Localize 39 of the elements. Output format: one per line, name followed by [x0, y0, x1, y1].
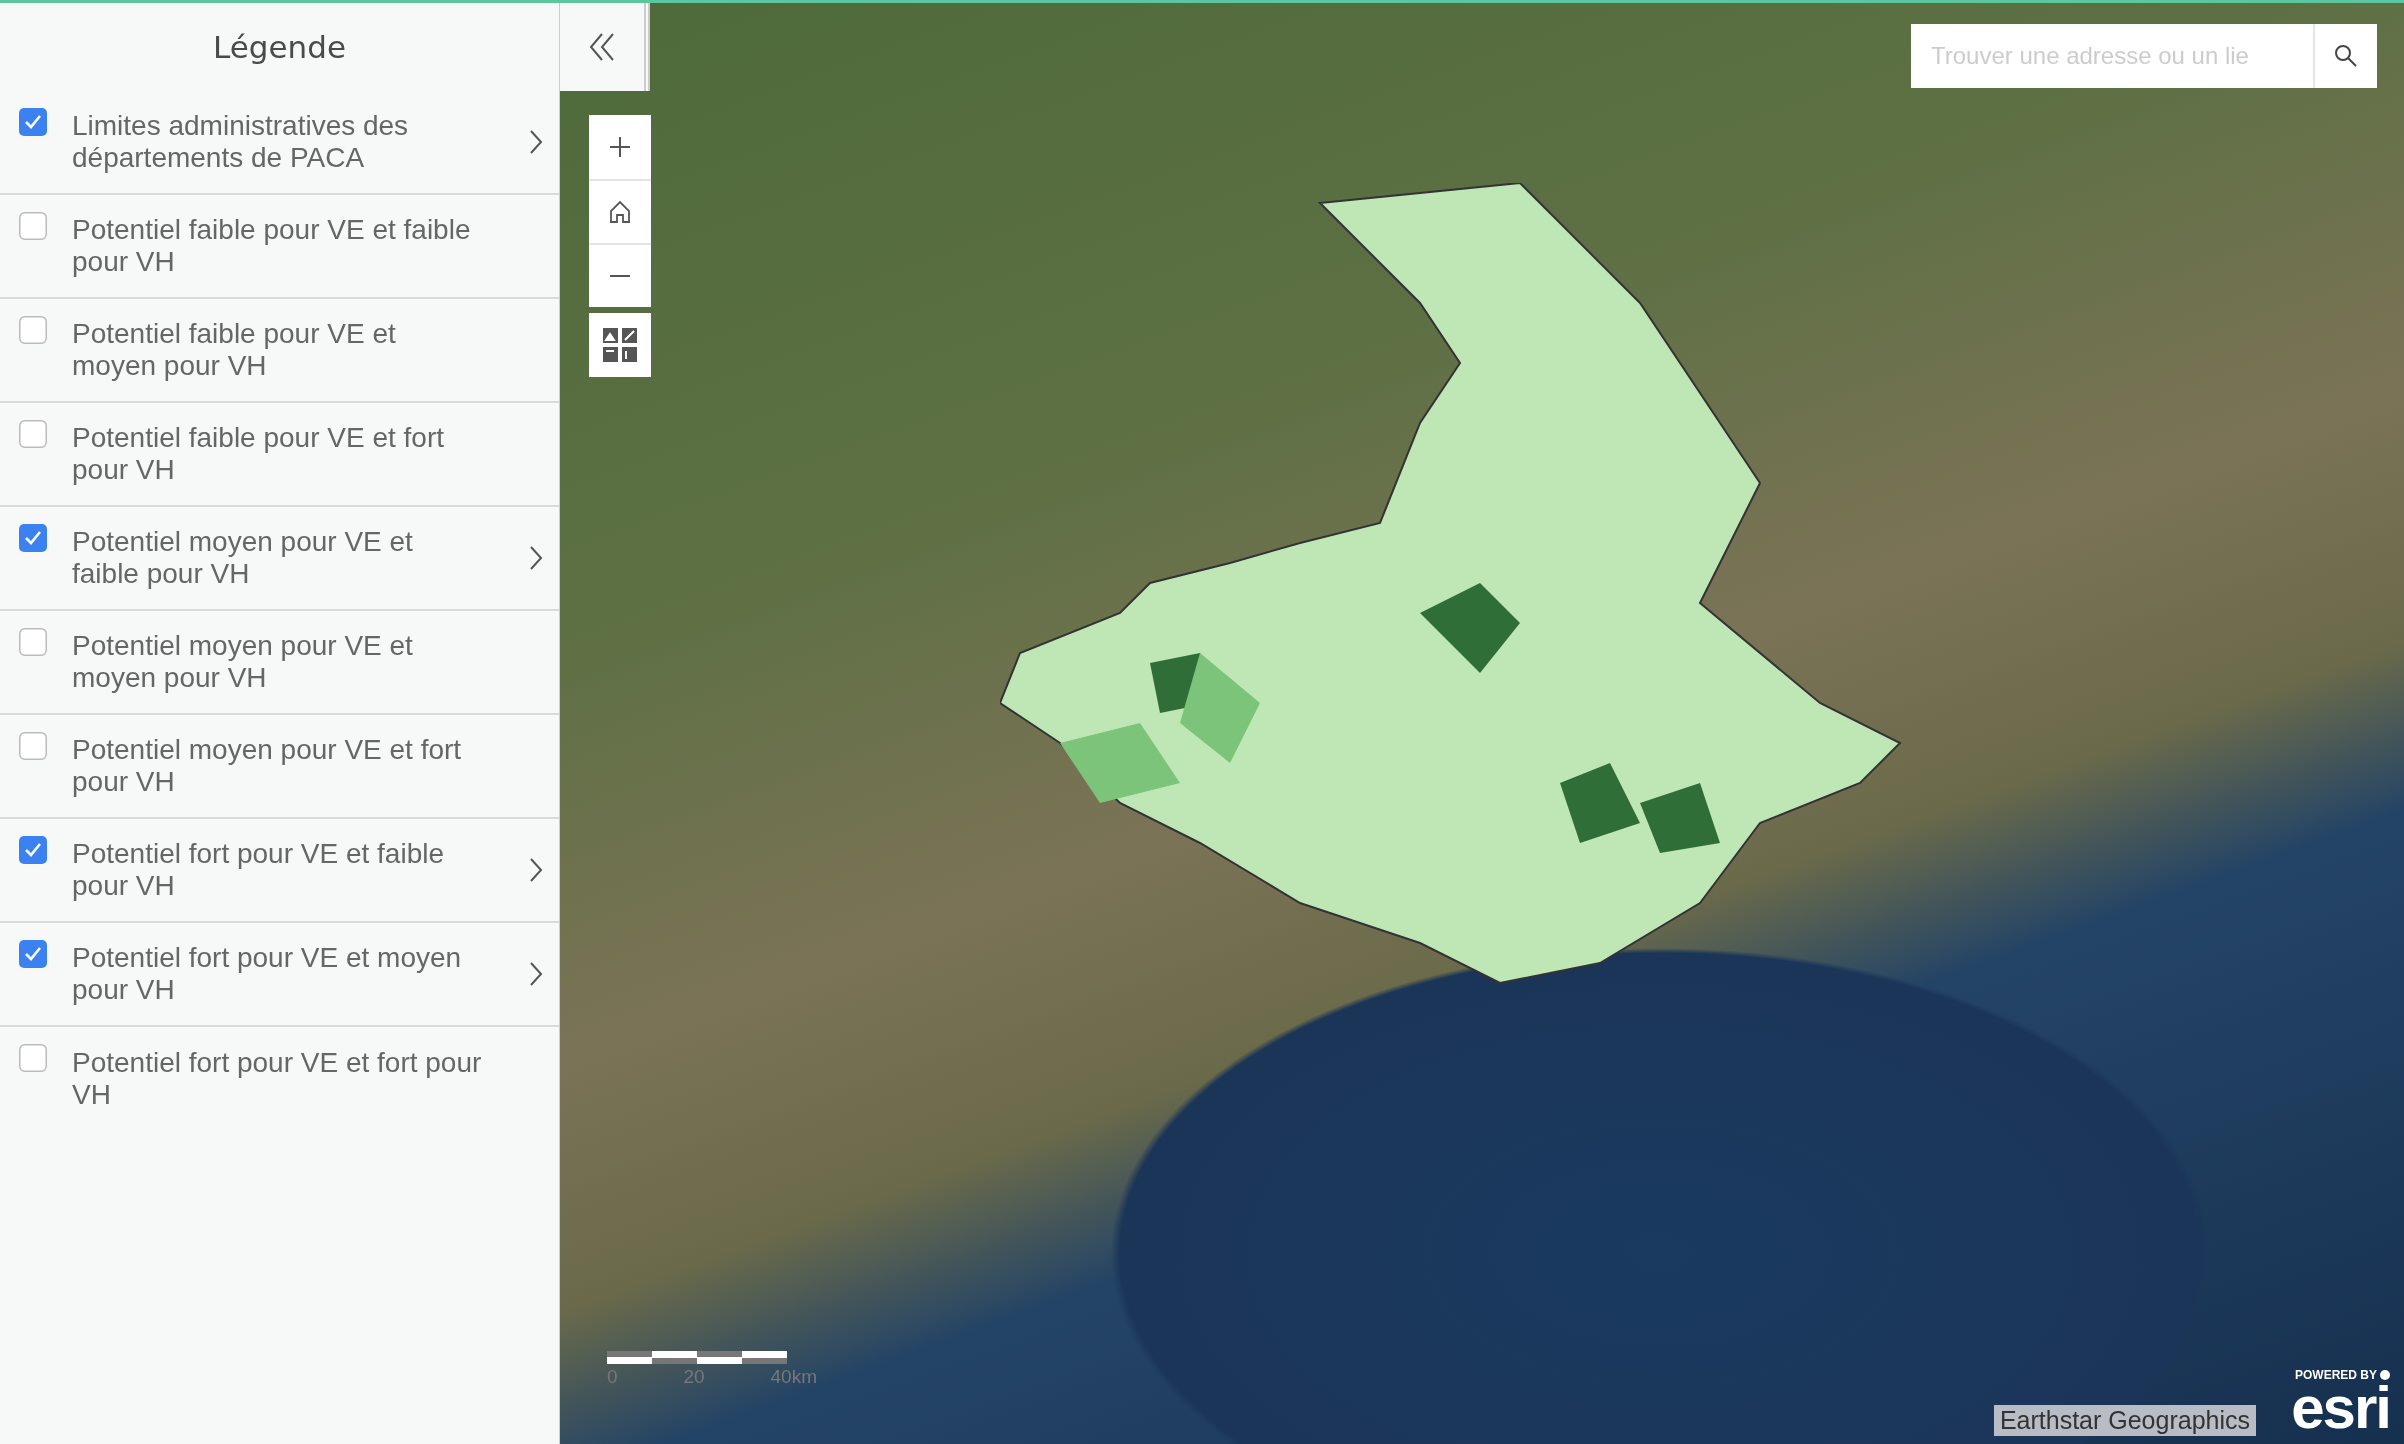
- minus-icon: [609, 274, 631, 278]
- layer-checkbox[interactable]: [19, 940, 47, 968]
- scale-label: 40km: [770, 1366, 817, 1388]
- layer-checkbox[interactable]: [19, 420, 47, 448]
- chevron-right-icon[interactable]: [529, 961, 543, 987]
- chevron-right-icon[interactable]: [529, 545, 543, 571]
- layer-checkbox[interactable]: [19, 108, 47, 136]
- plus-icon: [609, 136, 631, 158]
- chevron-right-icon[interactable]: [529, 129, 543, 155]
- layer-label[interactable]: Limites administratives des départements de PACA: [72, 110, 487, 174]
- double-chevron-left-icon: [589, 32, 615, 62]
- layer-checkbox[interactable]: [19, 212, 47, 240]
- layer-checkbox[interactable]: [19, 836, 47, 864]
- layer-checkbox[interactable]: [19, 524, 47, 552]
- logo-tagline: POWERED BY: [2295, 1368, 2377, 1382]
- layer-label[interactable]: Potentiel moyen pour VE et fort pour VH: [72, 734, 487, 798]
- layer-label[interactable]: Potentiel faible pour VE et faible pour VH: [72, 214, 487, 278]
- layer-label[interactable]: Potentiel faible pour VE et moyen pour VH: [72, 318, 487, 382]
- legend-title: Légende: [213, 29, 346, 65]
- chevron-right-icon[interactable]: [529, 857, 543, 883]
- layer-checkbox[interactable]: [19, 628, 47, 656]
- search-icon: [2334, 44, 2358, 68]
- layer-checkbox[interactable]: [19, 1044, 47, 1072]
- layer-label[interactable]: Potentiel fort pour VE et moyen pour VH: [72, 942, 487, 1006]
- layer-label[interactable]: Potentiel fort pour VE et fort pour VH: [72, 1047, 487, 1111]
- scale-label: 20: [683, 1366, 705, 1388]
- attribution-text: Earthstar Geographics: [1993, 1405, 2256, 1436]
- layer-label[interactable]: Potentiel faible pour VE et fort pour VH: [72, 422, 487, 486]
- layer-checkbox[interactable]: [19, 316, 47, 344]
- logo-wordmark: esri: [2291, 1382, 2390, 1434]
- layer-label[interactable]: Potentiel moyen pour VE et faible pour VH: [72, 526, 487, 590]
- layer-label[interactable]: Potentiel moyen pour VE et moyen pour VH: [72, 630, 487, 694]
- home-icon: [609, 200, 631, 224]
- layer-checkbox[interactable]: [19, 732, 47, 760]
- layer-label[interactable]: Potentiel fort pour VE et faible pour VH: [72, 838, 487, 902]
- basemap-gallery-button[interactable]: [589, 313, 651, 377]
- search-button[interactable]: [2313, 24, 2377, 88]
- dot-icon: [2380, 1370, 2390, 1380]
- basemap-grid-icon: [602, 327, 638, 363]
